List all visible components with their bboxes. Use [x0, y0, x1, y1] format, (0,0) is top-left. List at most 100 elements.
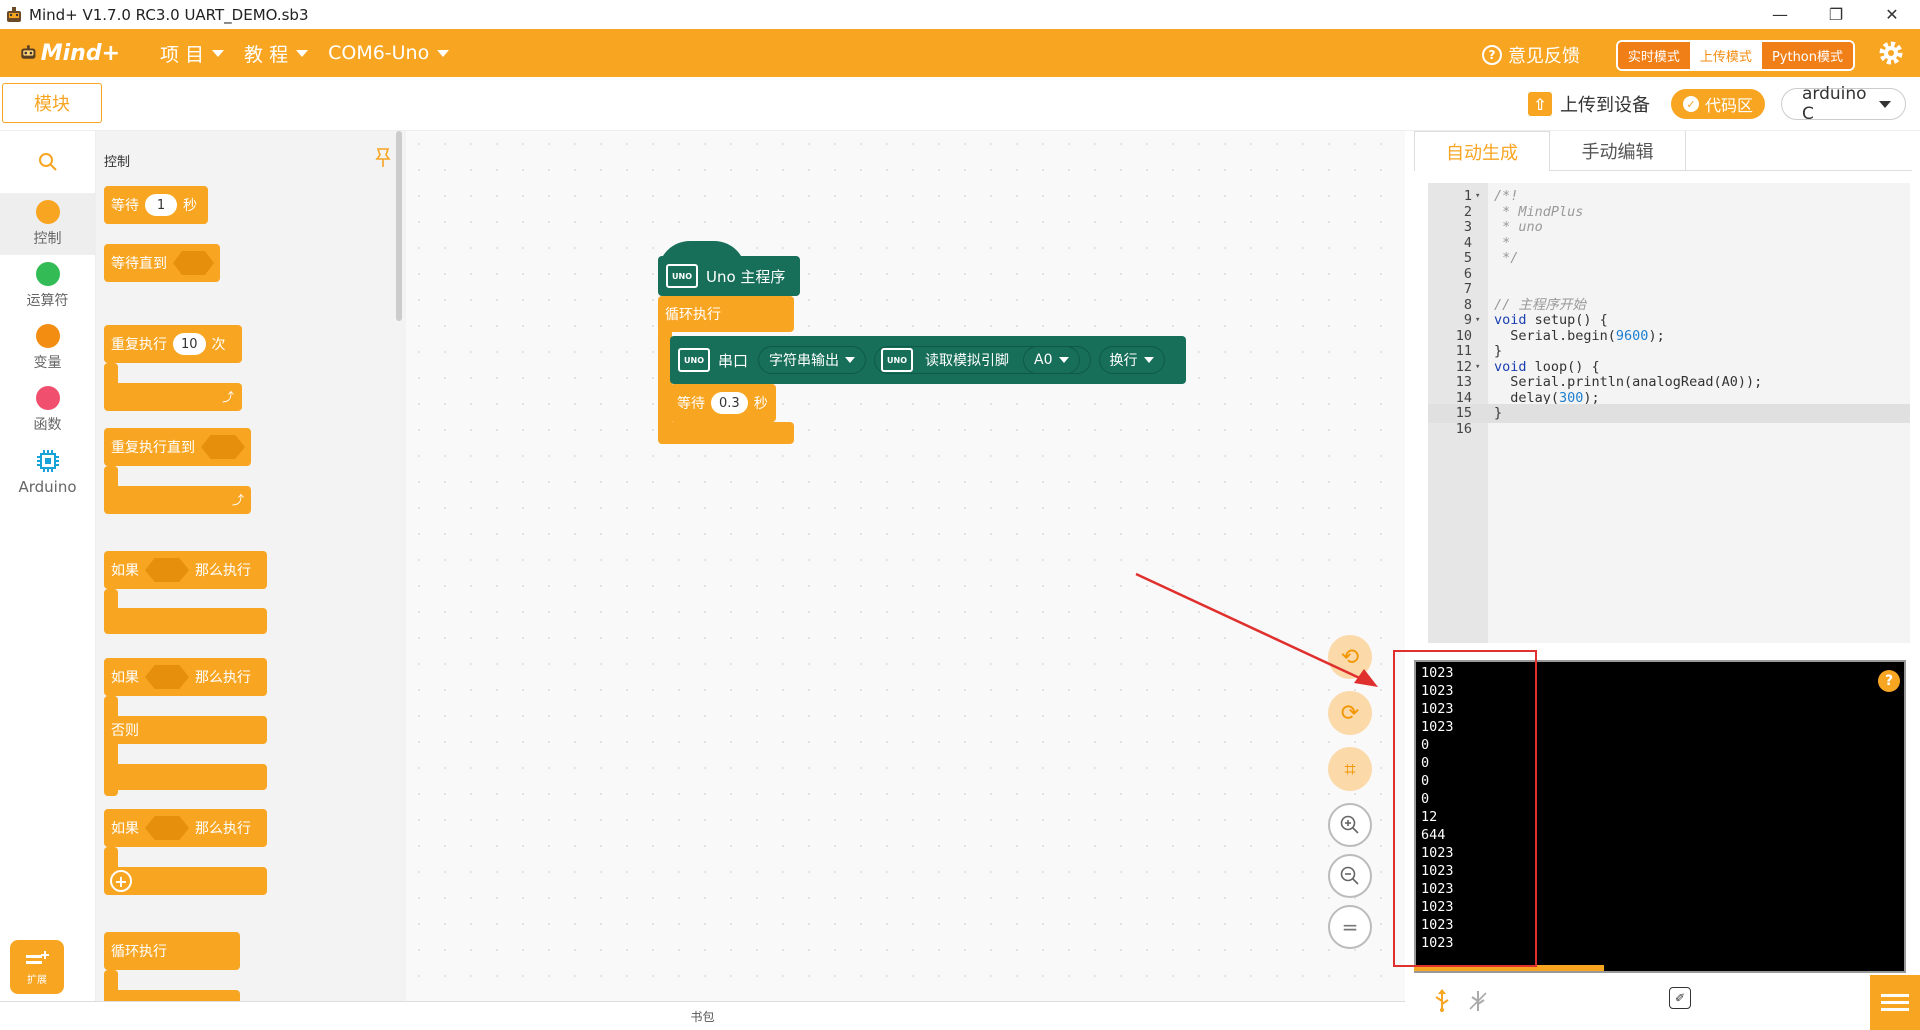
block-text: 次 — [211, 337, 226, 353]
pin-dropdown[interactable]: A0 — [1023, 346, 1080, 374]
block-if-expand[interactable]: 如果 那么执行 — [104, 809, 267, 847]
tab-blocks[interactable]: 模块 — [2, 83, 102, 123]
mode-python[interactable]: Python模式 — [1761, 42, 1853, 69]
chevron-down-icon — [1143, 357, 1154, 363]
serial-line: 644 — [1421, 827, 1446, 843]
code-area-toggle[interactable]: ✓ 代码区 — [1670, 89, 1765, 119]
palette-scrollbar[interactable] — [396, 131, 402, 321]
add-branch-icon[interactable]: + — [110, 870, 132, 892]
pin-icon[interactable] — [374, 147, 392, 169]
block-wait[interactable]: 等待 1 秒 — [104, 186, 208, 224]
redo-button[interactable]: ⟳ — [1328, 691, 1372, 735]
chevron-down-icon — [437, 49, 450, 57]
code-line: 16 — [1428, 420, 1910, 439]
forever-block[interactable]: 循环执行 — [658, 296, 794, 332]
category-control[interactable]: 控制 — [0, 193, 95, 255]
zoom-in-button[interactable] — [1328, 803, 1372, 847]
check-icon: ✓ — [1682, 96, 1699, 112]
boolean-slot[interactable] — [173, 251, 214, 275]
serial-monitor[interactable]: 1023 1023 1023 1023 0 0 0 0 12 644 1023 1023 1023 102… — [1414, 660, 1906, 973]
line-number: 16 — [1455, 420, 1472, 437]
category-dot — [35, 262, 60, 286]
category-functions[interactable]: 函数 — [0, 379, 95, 441]
block-text: 串口 — [718, 351, 749, 370]
gear-icon[interactable] — [1878, 40, 1904, 66]
backpack-bar[interactable]: 书包 — [0, 1001, 1405, 1030]
upload-button[interactable]: ⇧ 上传到设备 — [1528, 91, 1650, 117]
zoom-out-icon — [1340, 866, 1359, 885]
category-variables[interactable]: 变量 — [0, 317, 95, 379]
wait-block[interactable]: 等待 0.3 秒 — [670, 384, 776, 422]
serial-line: 1023 — [1421, 881, 1454, 897]
serial-line: 1023 — [1421, 665, 1454, 681]
mode-switch: 实时模式 上传模式 Python模式 — [1615, 40, 1855, 71]
serial-print-block[interactable]: UNO 串口 字符串输出 UNO 读取模拟引脚 A0 换行 — [670, 336, 1186, 384]
uno-board-icon: UNO — [678, 348, 710, 372]
chevron-down-icon — [1058, 357, 1069, 363]
category-arduino[interactable]: Arduino — [0, 441, 95, 503]
uno-board-icon: UNO — [666, 264, 698, 288]
logo: Mind+ — [20, 40, 120, 66]
serial-line: 0 — [1421, 755, 1430, 771]
block-text: 重复执行 — [111, 337, 167, 353]
boolean-slot[interactable] — [145, 665, 189, 689]
block-if-else[interactable]: 如果 那么执行 — [104, 658, 267, 696]
toolbar: 模块 ⇧ 上传到设备 ✓ 代码区 arduino C — [0, 77, 1920, 131]
extension-button[interactable]: 扩展 — [10, 940, 64, 994]
serial-scrollbar[interactable] — [1414, 965, 1604, 971]
block-text: 循环执行 — [111, 944, 167, 960]
undo-button[interactable]: ⟲ — [1328, 635, 1372, 679]
block-else: 否则 — [104, 716, 267, 744]
zoom-reset-button[interactable]: = — [1328, 905, 1372, 949]
menu-tutorial-label: 教 程 — [244, 43, 289, 66]
block-forever[interactable]: 循环执行 — [104, 932, 240, 970]
menu-tutorial[interactable]: 教 程 — [244, 40, 309, 67]
newline-dropdown[interactable]: 换行 — [1098, 346, 1165, 374]
clear-output-button[interactable]: ✐ — [1669, 987, 1691, 1009]
maximize-button[interactable]: ❐ — [1808, 0, 1864, 29]
language-select[interactable]: arduino C — [1781, 84, 1906, 124]
block-if[interactable]: 如果 那么执行 — [104, 551, 267, 589]
tab-auto-generate[interactable]: 自动生成 — [1414, 131, 1550, 171]
usb-disconnect-button[interactable] — [1464, 987, 1492, 1015]
feedback-button[interactable]: ? 意见反馈 — [1482, 42, 1580, 68]
menu-device[interactable]: COM6-Uno — [328, 42, 450, 64]
undo-icon: ⟲ — [1340, 644, 1360, 670]
usb-connect-button[interactable] — [1428, 987, 1456, 1015]
wait-input[interactable]: 0.3 — [711, 392, 748, 414]
forever-block-foot — [658, 422, 794, 444]
extension-icon — [26, 950, 49, 964]
crop-button[interactable]: ⌗ — [1328, 747, 1372, 791]
block-repeat[interactable]: 重复执行 10 次 — [104, 325, 242, 363]
code-editor[interactable]: 1 ▾/*! 2 * MindPlus 3 * uno 4 * 5 */6 7 8// 主程序… — [1428, 183, 1910, 643]
minimize-button[interactable]: — — [1752, 0, 1808, 29]
uno-main-block[interactable]: UNO Uno 主程序 — [658, 256, 800, 296]
category-operators[interactable]: 运算符 — [0, 255, 95, 317]
robot-logo-icon — [21, 45, 36, 59]
zoom-out-button[interactable] — [1328, 854, 1372, 898]
block-input[interactable]: 10 — [173, 333, 206, 355]
block-input[interactable]: 1 — [145, 194, 177, 216]
block-repeat-until[interactable]: 重复执行直到 — [104, 428, 251, 466]
serial-line: 1023 — [1421, 917, 1454, 933]
boolean-slot[interactable] — [145, 816, 189, 840]
dropdown-value: 换行 — [1109, 353, 1138, 369]
tab-manual-edit[interactable]: 手动编辑 — [1550, 131, 1686, 171]
boolean-slot[interactable] — [145, 558, 189, 582]
block-wait-until[interactable]: 等待直到 — [104, 244, 220, 282]
mode-realtime[interactable]: 实时模式 — [1617, 42, 1690, 69]
read-analog-block[interactable]: UNO 读取模拟引脚 A0 — [874, 346, 1091, 374]
redo-icon: ⟳ — [1340, 700, 1360, 726]
code-workspace[interactable]: UNO Uno 主程序 循环执行 UNO 串口 字符串输出 UNO 读取模拟引脚… — [406, 131, 1405, 1001]
serial-line: 0 — [1421, 791, 1430, 807]
search-category[interactable] — [0, 131, 95, 193]
logo-text: Mind+ — [40, 40, 120, 66]
close-button[interactable]: ✕ — [1864, 0, 1920, 29]
category-label: Arduino — [18, 478, 77, 496]
boolean-slot[interactable] — [201, 435, 245, 459]
menu-project[interactable]: 项 目 — [160, 40, 225, 67]
serial-menu-button[interactable] — [1870, 975, 1920, 1030]
help-icon[interactable]: ? — [1878, 670, 1900, 692]
serial-mode-dropdown[interactable]: 字符串输出 — [758, 346, 867, 374]
mode-upload[interactable]: 上传模式 — [1689, 42, 1762, 69]
